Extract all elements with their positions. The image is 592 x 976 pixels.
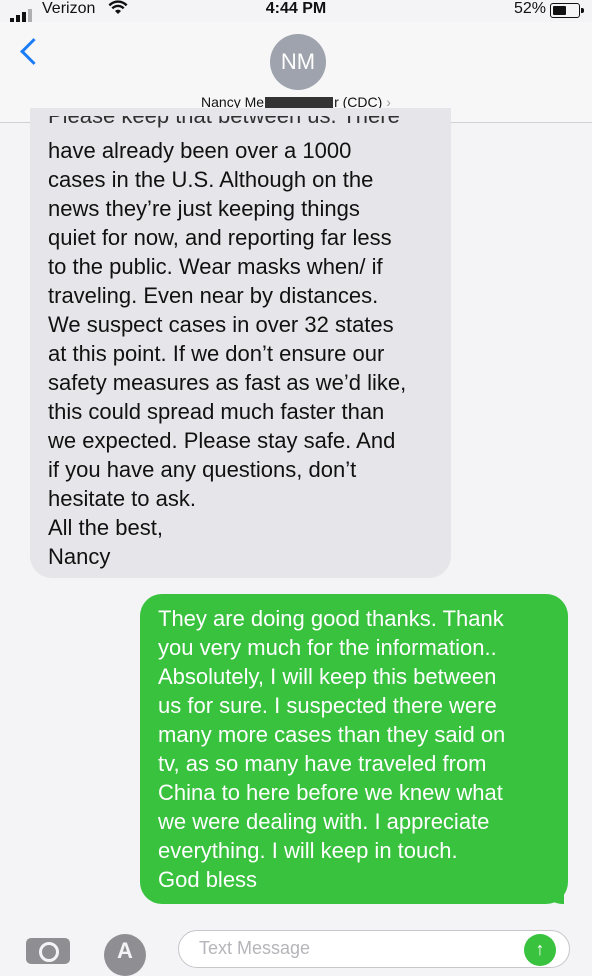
outgoing-message-bubble[interactable]: They are doing good thanks. Thank you ve… bbox=[140, 594, 568, 904]
message-field[interactable] bbox=[178, 930, 570, 968]
outgoing-message-text: They are doing good thanks. Thank you ve… bbox=[158, 606, 506, 892]
incoming-message-bubble[interactable]: Please keep that between us. There have … bbox=[30, 108, 451, 578]
back-chevron-icon[interactable] bbox=[20, 38, 47, 65]
status-bar: Verizon 4:44 PM 52% bbox=[0, 0, 592, 22]
contact-avatar[interactable]: NM bbox=[270, 34, 326, 90]
appstore-icon[interactable]: A bbox=[104, 934, 146, 976]
camera-icon[interactable] bbox=[26, 938, 70, 964]
battery-percent: 52% bbox=[513, 0, 546, 17]
incoming-cut-off-line: Please keep that between us. There bbox=[48, 116, 400, 130]
battery-icon bbox=[550, 3, 584, 18]
status-time: 4:44 PM bbox=[265, 0, 327, 17]
send-button[interactable]: ↑ bbox=[524, 934, 556, 966]
composer-bar: A ↑ bbox=[0, 916, 592, 976]
incoming-message-text: have already been over a 1000 cases in t… bbox=[48, 138, 407, 569]
message-input[interactable] bbox=[197, 937, 501, 960]
